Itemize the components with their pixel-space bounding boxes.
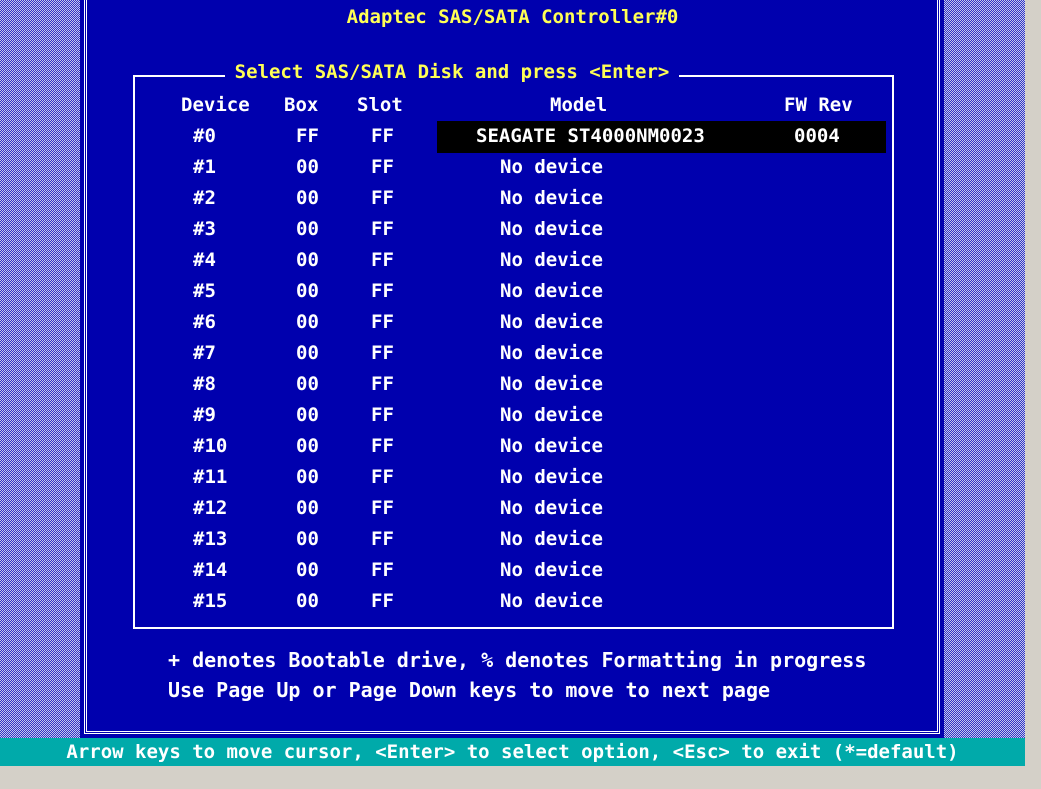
device-cell: #15	[193, 590, 228, 612]
model-cell: No device	[500, 342, 603, 364]
device-cell: #8	[193, 373, 216, 395]
box-cell: 00	[296, 435, 319, 457]
model-cell: No device	[500, 373, 603, 395]
slot-cell: FF	[371, 404, 394, 426]
slot-cell: FF	[371, 497, 394, 519]
slot-cell: FF	[371, 435, 394, 457]
model-cell: No device	[500, 590, 603, 612]
device-cell: #3	[193, 218, 216, 240]
model-cell: No device	[500, 218, 603, 240]
model-cell: No device	[500, 466, 603, 488]
box-cell: 00	[296, 280, 319, 302]
slot-cell: FF	[371, 559, 394, 581]
device-cell: #2	[193, 187, 216, 209]
slot-cell: FF	[371, 156, 394, 178]
device-cell: #6	[193, 311, 216, 333]
box-cell: FF	[296, 125, 319, 147]
slot-cell: FF	[371, 249, 394, 271]
model-cell: No device	[500, 559, 603, 581]
box-cell: 00	[296, 311, 319, 333]
header-model: Model	[550, 94, 608, 116]
slot-cell: FF	[371, 590, 394, 612]
slot-cell: FF	[371, 125, 394, 147]
bios-screen: Adaptec SAS/SATA Controller#0 Select SAS…	[0, 0, 1025, 766]
box-cell: 00	[296, 156, 319, 178]
slot-cell: FF	[371, 342, 394, 364]
table-row[interactable]: #15 00 FF No device	[0, 0, 1025, 612]
legend-text: + denotes Bootable drive, % denotes Form…	[168, 648, 867, 672]
device-cell: #1	[193, 156, 216, 178]
device-cell: #14	[193, 559, 228, 581]
box-cell: 00	[296, 249, 319, 271]
header-slot: Slot	[357, 94, 403, 116]
device-cell: #12	[193, 497, 228, 519]
model-cell: No device	[500, 156, 603, 178]
box-cell: 00	[296, 342, 319, 364]
model-cell: No device	[500, 311, 603, 333]
status-bar: Arrow keys to move cursor, <Enter> to se…	[0, 738, 1025, 766]
box-cell: 00	[296, 497, 319, 519]
model-cell: No device	[500, 280, 603, 302]
header-box: Box	[284, 94, 319, 116]
device-cell: #9	[193, 404, 216, 426]
slot-cell: FF	[371, 528, 394, 550]
device-cell: #4	[193, 249, 216, 271]
header-fw-rev: FW Rev	[784, 94, 853, 116]
slot-cell: FF	[371, 466, 394, 488]
fw-rev-cell: 0004	[794, 125, 840, 147]
header-device: Device	[181, 94, 250, 116]
box-cell: 00	[296, 466, 319, 488]
panel-title-text: Select SAS/SATA Disk and press <Enter>	[224, 61, 680, 83]
box-cell: 00	[296, 528, 319, 550]
slot-cell: FF	[371, 311, 394, 333]
slot-cell: FF	[371, 373, 394, 395]
device-cell: #13	[193, 528, 228, 550]
paging-hint: Use Page Up or Page Down keys to move to…	[168, 678, 771, 702]
slot-cell: FF	[371, 187, 394, 209]
device-cell: #11	[193, 466, 228, 488]
device-cell: #0	[193, 125, 216, 147]
model-cell: No device	[500, 404, 603, 426]
box-cell: 00	[296, 373, 319, 395]
device-cell: #7	[193, 342, 216, 364]
panel-title: Select SAS/SATA Disk and press <Enter>	[180, 60, 724, 84]
slot-cell: FF	[371, 280, 394, 302]
model-cell: No device	[500, 435, 603, 457]
model-cell: No device	[500, 497, 603, 519]
model-cell: No device	[500, 187, 603, 209]
box-cell: 00	[296, 590, 319, 612]
box-cell: 00	[296, 404, 319, 426]
slot-cell: FF	[371, 218, 394, 240]
box-cell: 00	[296, 187, 319, 209]
model-cell: No device	[500, 249, 603, 271]
box-cell: 00	[296, 559, 319, 581]
device-cell: #5	[193, 280, 216, 302]
model-cell: SEAGATE ST4000NM0023	[476, 125, 705, 147]
box-cell: 00	[296, 218, 319, 240]
model-cell: No device	[500, 528, 603, 550]
device-cell: #10	[193, 435, 228, 457]
